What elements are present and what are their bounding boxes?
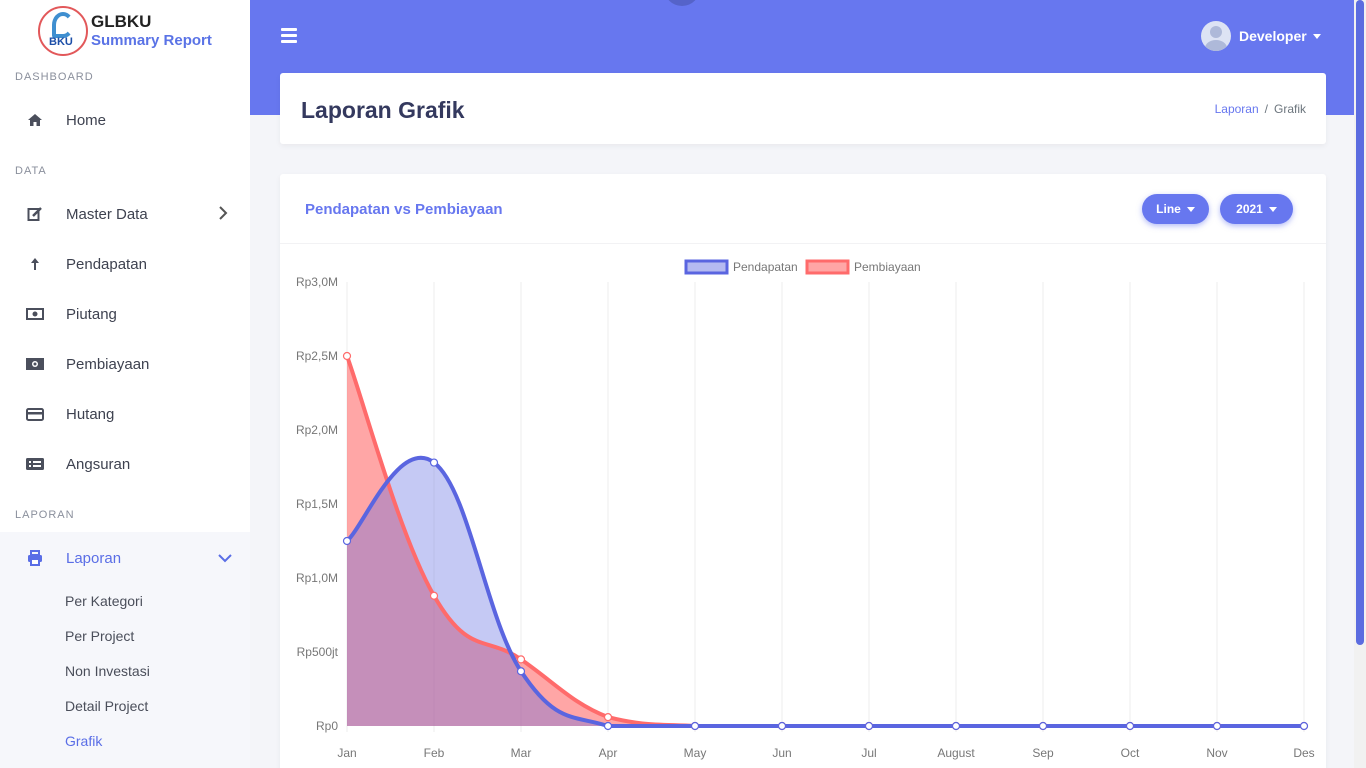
menu-toggle-icon[interactable] (281, 28, 297, 43)
data-point-pendapatan (342, 536, 352, 546)
user-menu[interactable]: Developer (1201, 21, 1321, 51)
data-point-pendapatan (1299, 721, 1309, 731)
y-tick-label: Rp1,0M (296, 571, 338, 585)
y-tick-label: Rp3,0M (296, 275, 338, 289)
brand-logo: BKU (38, 6, 88, 56)
data-point-pendapatan (516, 667, 526, 676)
sidebar-item-master-data[interactable]: Master Data (0, 194, 250, 234)
data-point-pembiayaan (516, 655, 526, 664)
sidebar-item-pembiayaan[interactable]: Pembiayaan (0, 344, 250, 384)
sidebar-item-laporan[interactable]: Laporan (0, 538, 250, 578)
brand[interactable]: BKU GLBKU Summary Report (38, 6, 212, 56)
sidebar-item-hutang[interactable]: Hutang (0, 394, 250, 434)
y-tick-label: Rp2,0M (296, 423, 338, 437)
data-point-pendapatan (951, 721, 961, 731)
x-tick-label: Apr (599, 746, 618, 760)
legend-swatch-pembiayaan (805, 259, 850, 275)
sidebar-item-pendapatan[interactable]: Pendapatan (0, 244, 250, 284)
x-tick-label: Jul (861, 746, 876, 760)
page-title: Laporan Grafik (301, 97, 465, 123)
data-point-pendapatan (1125, 721, 1135, 731)
data-point-pendapatan (429, 458, 439, 467)
submenu-item-non-investasi[interactable]: Non Investasi (65, 663, 150, 679)
legend-label-pendapatan: Pendapatan (733, 260, 798, 274)
sidebar: BKU GLBKU Summary Report DASHBOARD Home … (0, 0, 250, 768)
x-tick-label: Sep (1032, 746, 1054, 760)
data-point-pembiayaan (429, 591, 439, 600)
chart-card: Pendapatan vs Pembiayaan Line 2021 Jan Fe… (280, 174, 1326, 768)
avatar (1201, 21, 1231, 51)
scrollbar[interactable] (1354, 0, 1366, 768)
brand-subtitle: Summary Report (91, 32, 212, 49)
breadcrumb-laporan[interactable]: Laporan (1215, 102, 1259, 116)
x-tick-label: Des (1293, 746, 1314, 760)
arrow-up-icon (25, 254, 45, 274)
sidebar-item-home[interactable]: Home (0, 100, 250, 140)
data-point-pendapatan (864, 721, 874, 731)
breadcrumb-grafik: Grafik (1273, 102, 1306, 116)
edit-icon (25, 204, 45, 224)
chevron-right-icon (218, 205, 228, 223)
y-tick-label: Rp2,5M (296, 349, 338, 363)
brand-title: GLBKU (91, 12, 152, 31)
sidebar-item-piutang[interactable]: Piutang (0, 294, 250, 334)
chevron-down-icon (218, 550, 232, 566)
section-data: DATA (15, 165, 47, 177)
decorative-dot (664, 0, 700, 6)
breadcrumb: Laporan / Grafik (1214, 102, 1306, 116)
caret-down-icon (1312, 33, 1321, 39)
y-tick-label: Rp500jt (297, 645, 339, 659)
series-area-pendapatan (347, 457, 1304, 726)
x-tick-label: Oct (1121, 746, 1140, 760)
list-card-icon (25, 454, 45, 474)
data-point-pendapatan (603, 721, 613, 731)
data-point-pendapatan (1038, 721, 1048, 731)
y-tick-label: Rp1,5M (296, 497, 338, 511)
sidebar-item-angsuran[interactable]: Angsuran (0, 444, 250, 484)
data-point-pembiayaan (603, 713, 613, 722)
submenu-item-grafik[interactable]: Grafik (65, 733, 102, 749)
x-tick-label: Mar (511, 746, 532, 760)
x-tick-label: Feb (424, 746, 445, 760)
home-icon (25, 110, 45, 130)
data-point-pembiayaan (342, 351, 352, 361)
x-tick-label: May (684, 746, 707, 760)
x-tick-label: Jan (337, 746, 356, 760)
section-dashboard: DASHBOARD (15, 71, 94, 83)
data-point-pendapatan (777, 721, 787, 731)
submenu-item-per-kategori[interactable]: Per Kategori (65, 593, 143, 609)
scrollbar-thumb[interactable] (1356, 0, 1364, 645)
data-point-pendapatan (690, 721, 700, 731)
submenu-item-detail-project[interactable]: Detail Project (65, 698, 148, 714)
user-name: Developer (1239, 28, 1307, 44)
submenu-item-per-project[interactable]: Per Project (65, 628, 134, 644)
legend-label-pembiayaan: Pembiayaan (854, 260, 921, 274)
x-tick-label: Nov (1206, 746, 1227, 760)
money-bill-wave-icon (25, 354, 45, 374)
legend-swatch-pendapatan (684, 259, 729, 275)
credit-card-icon (25, 404, 45, 424)
x-tick-label: Jun (772, 746, 791, 760)
print-icon (25, 548, 45, 568)
y-tick-label: Rp0 (316, 719, 338, 733)
data-point-pendapatan (1212, 721, 1222, 731)
section-laporan: LAPORAN (15, 509, 75, 521)
money-bill-icon (25, 304, 45, 324)
section-header: Laporan Grafik Laporan / Grafik (280, 73, 1326, 144)
line-chart: Jan Feb Mar Apr May Jun Jul August Sep Oct Nov Des R… (296, 259, 1315, 760)
x-tick-label: August (937, 746, 975, 760)
